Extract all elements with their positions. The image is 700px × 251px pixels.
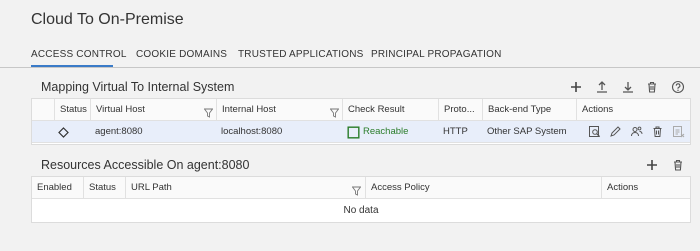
column-header-url-path[interactable]: URL Path [125, 177, 365, 199]
mapping-panel: Mapping Virtual To Internal System Statu… [31, 78, 691, 148]
backend-type-cell: Other SAP System [487, 126, 567, 137]
table-row[interactable]: agent:8080 localhost:8080 Reachable HTTP… [32, 121, 690, 143]
filter-icon[interactable] [203, 105, 214, 118]
internal-host-cell: localhost:8080 [221, 126, 283, 137]
checkbox-icon [347, 126, 360, 139]
row-selector-header [32, 99, 54, 121]
mapping-header-row: Status Virtual Host Internal Host Check … [32, 99, 690, 121]
add-icon[interactable] [645, 158, 659, 172]
delete-icon[interactable] [651, 125, 664, 138]
resources-panel: Resources Accessible On agent:8080 Enabl… [31, 156, 691, 228]
tab-trusted-applications[interactable]: TRUSTED APPLICATIONS [238, 49, 364, 60]
resources-table: Enabled Status URL Path Access Policy Ac… [31, 176, 691, 223]
page-title: Cloud To On-Premise [31, 11, 184, 28]
filter-icon[interactable] [351, 183, 362, 196]
check-result-cell: Reachable [363, 126, 409, 137]
column-header-access-policy[interactable]: Access Policy [365, 177, 601, 199]
delete-icon[interactable] [671, 158, 685, 172]
column-header-actions: Actions [601, 177, 690, 199]
diamond-icon [57, 126, 70, 139]
resources-title: Resources Accessible On agent:8080 [41, 158, 250, 172]
column-header-virtual-host[interactable]: Virtual Host [90, 99, 216, 121]
check-icon[interactable] [588, 125, 601, 138]
resources-header-row: Enabled Status URL Path Access Policy Ac… [32, 177, 690, 199]
empty-table-message: No data [343, 205, 379, 216]
upload-icon[interactable] [595, 80, 609, 94]
tab-access-control[interactable]: ACCESS CONTROL [31, 49, 127, 60]
column-header-enabled[interactable]: Enabled [32, 177, 83, 199]
column-header-status[interactable]: Status [54, 99, 90, 121]
column-header-check-result[interactable]: Check Result [342, 99, 438, 121]
add-icon[interactable] [569, 80, 583, 94]
column-header-protocol[interactable]: Proto... [438, 99, 482, 121]
column-header-backend-type[interactable]: Back-end Type [482, 99, 576, 121]
tab-principal-propagation[interactable]: PRINCIPAL PROPAGATION [371, 49, 502, 60]
tab-cookie-domains[interactable]: COOKIE DOMAINS [136, 49, 227, 60]
edit-icon[interactable] [609, 125, 622, 138]
protocol-cell: HTTP [443, 126, 468, 137]
tab-divider [0, 67, 700, 68]
delete-icon[interactable] [645, 80, 659, 94]
mapping-table: Status Virtual Host Internal Host Check … [31, 98, 691, 145]
column-header-internal-host[interactable]: Internal Host [216, 99, 342, 121]
tab-bar: ACCESS CONTROL COOKIE DOMAINS TRUSTED AP… [0, 46, 700, 68]
assign-icon[interactable] [630, 125, 643, 138]
disabled-icon[interactable] [672, 125, 685, 138]
column-header-status[interactable]: Status [83, 177, 125, 199]
download-icon[interactable] [621, 80, 635, 94]
virtual-host-cell: agent:8080 [95, 126, 143, 137]
help-icon[interactable] [671, 80, 685, 94]
column-header-actions: Actions [576, 99, 690, 121]
filter-icon[interactable] [329, 105, 340, 118]
mapping-title: Mapping Virtual To Internal System [41, 80, 235, 94]
